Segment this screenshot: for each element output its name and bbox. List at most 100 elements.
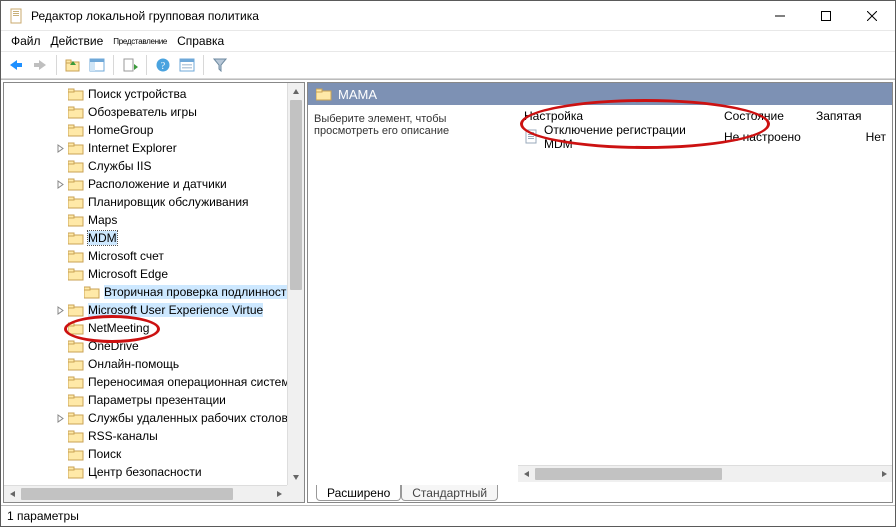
- back-button[interactable]: [5, 54, 27, 76]
- folder-icon: [68, 141, 84, 155]
- menu-view[interactable]: Представление: [109, 37, 171, 46]
- tree-item[interactable]: Онлайн-помощь: [4, 355, 287, 373]
- filter-button[interactable]: [209, 54, 231, 76]
- policy-icon: [524, 129, 540, 145]
- tree-item[interactable]: Планировщик обслуживания: [4, 193, 287, 211]
- up-folder-button[interactable]: [62, 54, 84, 76]
- tree-item-label: Поиск: [88, 447, 121, 461]
- properties-button[interactable]: [176, 54, 198, 76]
- tree-item[interactable]: Обозреватель игры: [4, 103, 287, 121]
- tree-item[interactable]: Расположение и датчики: [4, 175, 287, 193]
- folder-icon: [84, 285, 100, 299]
- tree-item[interactable]: Maps: [4, 211, 287, 229]
- tree-item-label: Переносимая операционная система: [88, 375, 287, 389]
- show-hide-tree-button[interactable]: [86, 54, 108, 76]
- tree-item-label: Центр безопасности: [88, 465, 202, 479]
- folder-icon: [68, 159, 84, 173]
- status-text: 1 параметры: [7, 509, 79, 523]
- tree-item-label: Расположение и датчики: [88, 177, 227, 191]
- tree-item-label: Службы удаленных рабочих столов: [88, 411, 287, 425]
- col-comment[interactable]: Запятая: [810, 105, 892, 127]
- tree-vertical-scrollbar[interactable]: [287, 83, 304, 485]
- settings-list: Настройка Состояние Запятая Отключение р…: [518, 105, 892, 147]
- details-horizontal-scrollbar[interactable]: [518, 465, 892, 482]
- folder-icon: [68, 123, 84, 137]
- tree-item[interactable]: OneDrive: [4, 337, 287, 355]
- list-row[interactable]: Отключение регистрации MDMНе настроеноНе…: [518, 127, 892, 147]
- tree-item[interactable]: Поиск: [4, 445, 287, 463]
- statusbar: 1 параметры: [1, 506, 895, 526]
- tab-extended[interactable]: Расширено: [316, 485, 401, 501]
- tree-item-label: NetMeeting: [88, 321, 149, 335]
- tree-item[interactable]: HomeGroup: [4, 121, 287, 139]
- expand-icon[interactable]: [54, 178, 66, 190]
- tree-item[interactable]: Microsoft User Experience Virtue: [4, 301, 287, 319]
- close-button[interactable]: [849, 1, 895, 30]
- window-title: Редактор локальной групповая политика: [31, 9, 757, 23]
- expand-icon[interactable]: [54, 304, 66, 316]
- folder-icon: [68, 375, 84, 389]
- menu-action[interactable]: Действие: [47, 34, 108, 48]
- tree-item[interactable]: Параметры презентации: [4, 391, 287, 409]
- scroll-up-arrow[interactable]: [288, 83, 304, 100]
- scroll-down-arrow[interactable]: [288, 468, 304, 485]
- maximize-button[interactable]: [803, 1, 849, 30]
- tree-item[interactable]: Переносимая операционная система: [4, 373, 287, 391]
- folder-icon: [68, 177, 84, 191]
- folder-icon: [68, 447, 84, 461]
- col-state[interactable]: Состояние: [718, 105, 810, 127]
- tree-item-label: RSS-каналы: [88, 429, 158, 443]
- hscroll-thumb[interactable]: [535, 468, 722, 480]
- details-header-title: МАМА: [338, 87, 377, 102]
- scroll-thumb[interactable]: [290, 100, 302, 290]
- tree-item[interactable]: Центр безопасности: [4, 463, 287, 481]
- minimize-button[interactable]: [757, 1, 803, 30]
- scroll-right-arrow[interactable]: [875, 466, 892, 482]
- tree-item[interactable]: Службы IIS: [4, 157, 287, 175]
- forward-button[interactable]: [29, 54, 51, 76]
- menubar: Файл Действие Представление Справка: [1, 31, 895, 51]
- tree-item-label: Поиск устройства: [88, 87, 186, 101]
- separator: [113, 55, 114, 75]
- titlebar: Редактор локальной групповая политика: [1, 1, 895, 31]
- folder-icon: [68, 357, 84, 371]
- tree-item[interactable]: Поиск устройства: [4, 85, 287, 103]
- folder-icon: [68, 249, 84, 263]
- tree-item[interactable]: Internet Explorer: [4, 139, 287, 157]
- tree-item-label: Microsoft Edge: [88, 267, 168, 281]
- expand-icon[interactable]: [54, 412, 66, 424]
- expand-icon[interactable]: [54, 142, 66, 154]
- menu-file[interactable]: Файл: [7, 34, 45, 48]
- tree-item[interactable]: Службы удаленных рабочих столов: [4, 409, 287, 427]
- tree-item-label: Maps: [88, 213, 117, 227]
- tree-item[interactable]: MDM: [4, 229, 287, 247]
- separator: [146, 55, 147, 75]
- view-tabs: Расширено Стандартный: [308, 482, 892, 502]
- tab-standard[interactable]: Стандартный: [401, 485, 498, 501]
- help-button[interactable]: ?: [152, 54, 174, 76]
- window-controls: [757, 1, 895, 30]
- export-button[interactable]: [119, 54, 141, 76]
- separator: [56, 55, 57, 75]
- scroll-left-arrow[interactable]: [4, 486, 21, 502]
- folder-icon: [316, 87, 332, 101]
- scroll-left-arrow[interactable]: [518, 466, 535, 482]
- hscroll-thumb[interactable]: [21, 488, 233, 500]
- tree-item[interactable]: RSS-каналы: [4, 427, 287, 445]
- menu-help[interactable]: Справка: [173, 34, 228, 48]
- folder-icon: [68, 267, 84, 281]
- app-icon: [9, 8, 25, 24]
- tree-item-label: HomeGroup: [88, 123, 153, 137]
- folder-icon: [68, 321, 84, 335]
- tree-item[interactable]: Microsoft счет: [4, 247, 287, 265]
- tree-item[interactable]: Вторичная проверка подлинности: [4, 283, 287, 301]
- tree-item[interactable]: Microsoft Edge: [4, 265, 287, 283]
- tree-item[interactable]: NetMeeting: [4, 319, 287, 337]
- tree-scroll-area[interactable]: Поиск устройства Обозреватель игры HomeGro…: [4, 83, 287, 485]
- scroll-right-arrow[interactable]: [270, 486, 287, 502]
- tree-pane: Поиск устройства Обозреватель игры HomeGro…: [3, 82, 305, 503]
- tree-item-label: Обозреватель игры: [88, 105, 197, 119]
- details-pane: МАМА Выберите элемент, чтобы просмотреть…: [307, 82, 893, 503]
- tree-horizontal-scrollbar[interactable]: [4, 485, 287, 502]
- cell-setting: Отключение регистрации MDM: [544, 123, 712, 151]
